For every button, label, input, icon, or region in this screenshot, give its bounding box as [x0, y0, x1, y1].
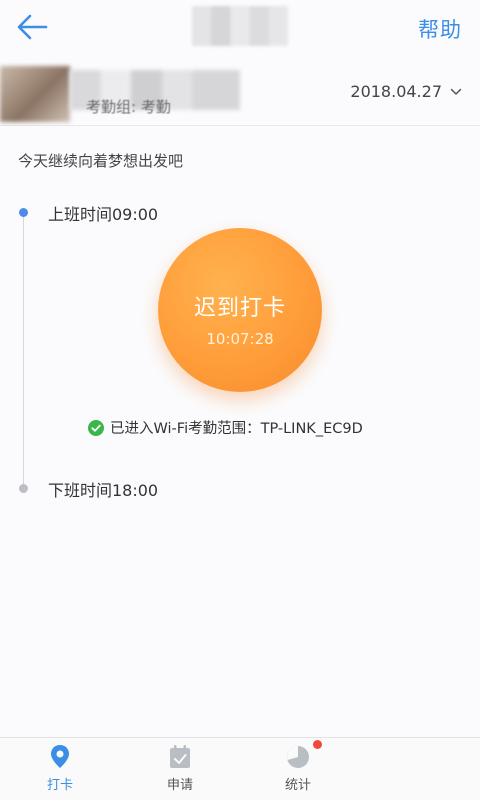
attendance-group-label: 考勤组: 考勤 — [86, 98, 171, 116]
notification-badge — [313, 740, 322, 749]
nav-item-apply[interactable]: 申请 — [140, 738, 220, 800]
on-duty-time: 上班时间09:00 — [48, 205, 159, 224]
nav-item-stats[interactable]: 统计 — [258, 738, 338, 800]
wifi-status: 已进入Wi-Fi考勤范围：TP-LINK_EC9D — [88, 417, 363, 438]
pie-chart-icon — [287, 746, 309, 768]
date-selector[interactable]: 2018.04.27 — [350, 82, 462, 101]
back-button[interactable] — [14, 10, 50, 44]
calendar-check-icon — [170, 745, 190, 768]
wifi-status-text: 已进入Wi-Fi考勤范围：TP-LINK_EC9D — [110, 421, 363, 437]
attendance-screen: 帮助 考勤组: 考勤 2018.04.27 今天继续向着梦想出发吧 上班时间09… — [0, 0, 480, 800]
punch-in-button[interactable]: 迟到打卡 10:07:28 — [158, 228, 322, 392]
motto-text: 今天继续向着梦想出发吧 — [18, 152, 184, 170]
nav-label-apply: 申请 — [166, 778, 193, 793]
back-arrow-icon — [17, 14, 48, 40]
nav-label-punch: 打卡 — [46, 778, 73, 793]
off-duty-time: 下班时间18:00 — [48, 481, 159, 500]
nav-label-stats: 统计 — [284, 778, 311, 793]
punch-clock: 10:07:28 — [206, 330, 274, 348]
chevron-down-icon — [450, 88, 462, 95]
nav-item-punch[interactable]: 打卡 — [20, 738, 100, 800]
location-pin-icon — [51, 745, 69, 768]
user-info-row: 考勤组: 考勤 2018.04.27 — [0, 56, 480, 126]
timeline-start-dot — [19, 208, 28, 217]
top-bar: 帮助 — [0, 0, 480, 56]
timeline-line — [23, 212, 24, 490]
punch-label: 迟到打卡 — [193, 296, 286, 321]
help-button[interactable]: 帮助 — [418, 14, 462, 44]
bottom-nav: 打卡 申请 统计 — [0, 737, 480, 800]
timeline-end-dot — [19, 484, 28, 493]
avatar — [0, 66, 70, 122]
check-circle-icon — [88, 419, 104, 436]
page-title-blurred — [192, 6, 288, 46]
date-value: 2018.04.27 — [350, 82, 442, 101]
